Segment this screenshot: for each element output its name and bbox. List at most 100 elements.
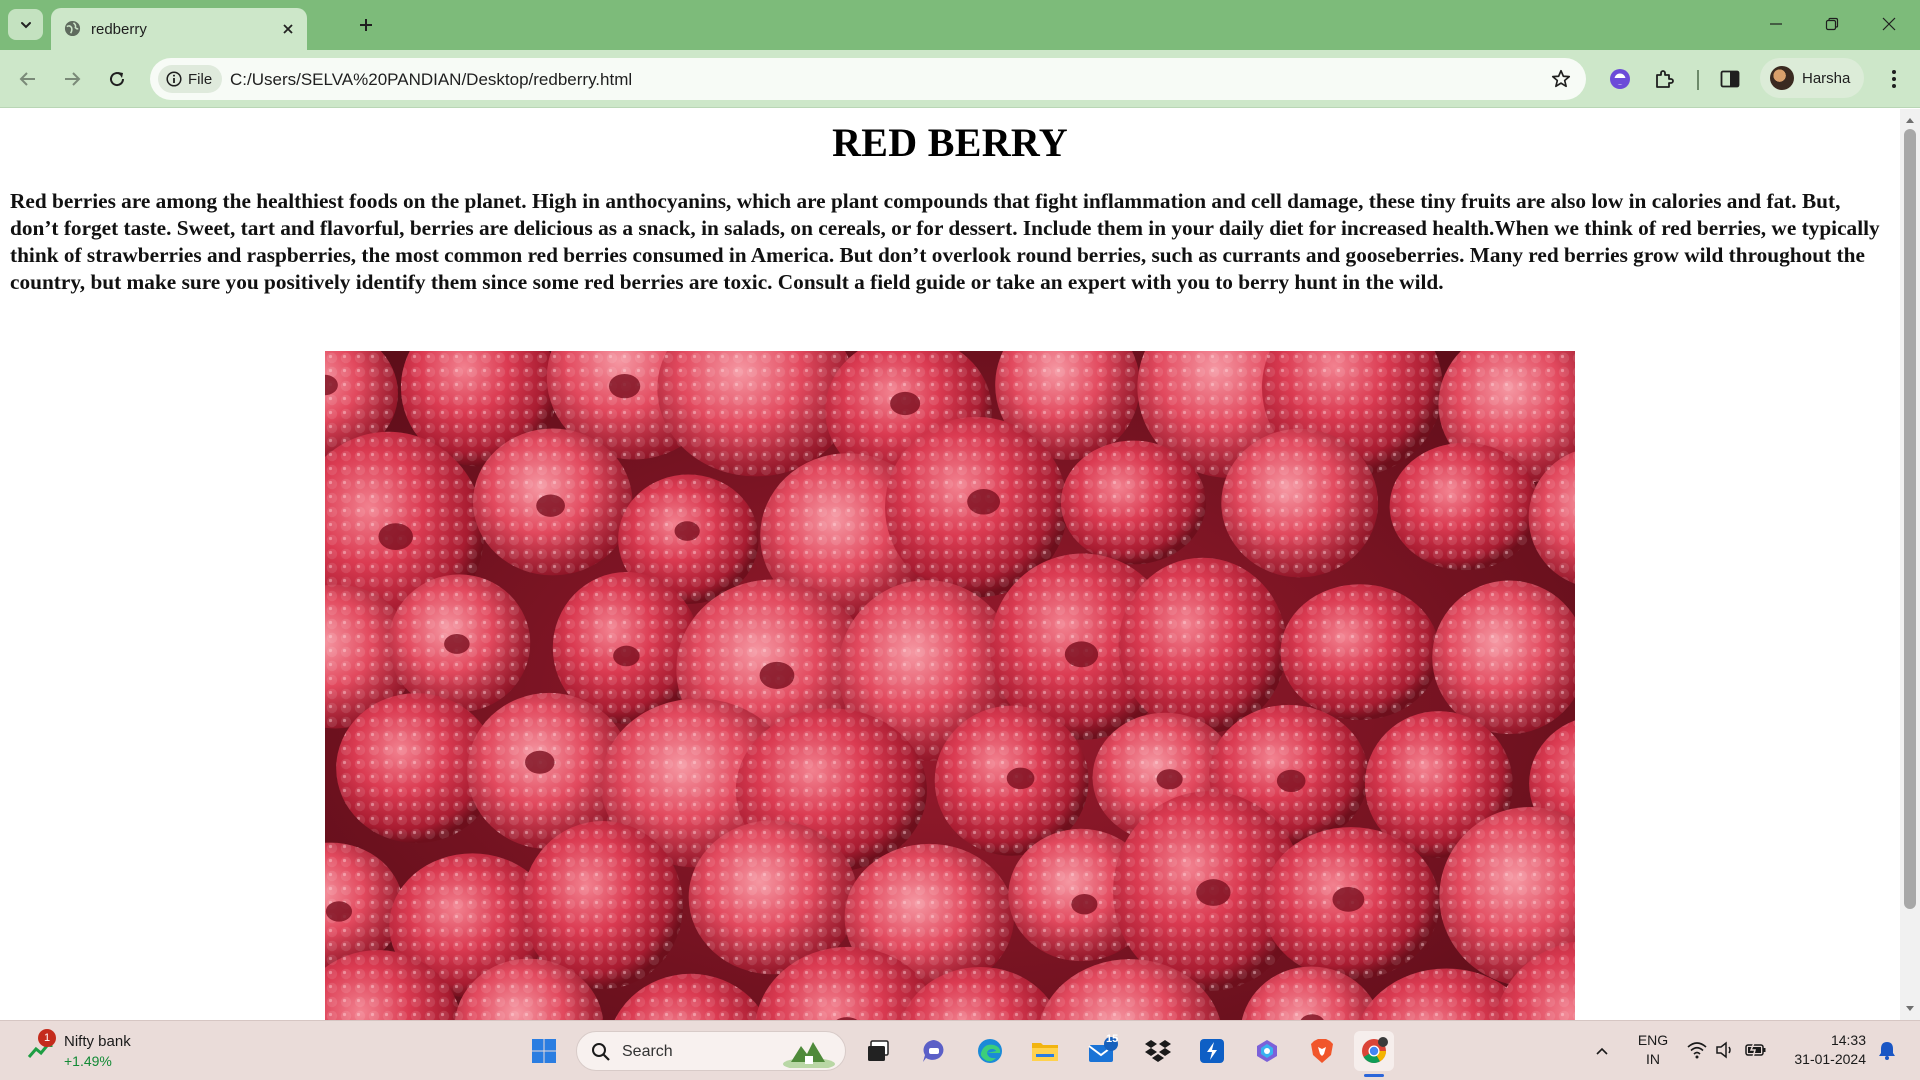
battery-icon <box>1745 1042 1766 1058</box>
chrome-icon <box>1362 1037 1388 1064</box>
battery-status[interactable] <box>1745 1039 1767 1061</box>
app-button[interactable] <box>1192 1031 1232 1071</box>
tab-search-button[interactable] <box>8 9 43 40</box>
extension-icon <box>1610 69 1630 89</box>
vertical-scrollbar[interactable] <box>1900 109 1920 1020</box>
forward-icon <box>65 72 81 86</box>
profile-button[interactable]: Harsha <box>1760 58 1864 98</box>
url-text[interactable]: C:/Users/SELVA%20PANDIAN/Desktop/redberr… <box>230 70 632 90</box>
toolbar-divider <box>1697 70 1699 90</box>
dropbox-button[interactable] <box>1138 1031 1178 1071</box>
scrollbar-thumb[interactable] <box>1904 129 1916 909</box>
close-icon <box>283 24 293 34</box>
new-tab-button[interactable] <box>350 9 382 41</box>
language-code: ENG <box>1637 1032 1669 1048</box>
tab-redberry[interactable]: redberry <box>51 8 307 50</box>
profile-name: Harsha <box>1802 69 1851 87</box>
browser-menu-button[interactable] <box>1880 64 1908 94</box>
search-icon <box>592 1043 610 1061</box>
language-indicator[interactable]: ENG IN <box>1636 1031 1670 1069</box>
brave-button[interactable] <box>1302 1031 1342 1071</box>
address-bar[interactable]: File C:/Users/SELVA%20PANDIAN/Desktop/re… <box>150 58 1586 100</box>
notification-bell-icon[interactable] <box>1876 1039 1898 1061</box>
site-info-chip[interactable]: File <box>158 65 223 93</box>
raspberries-image <box>325 351 1575 1020</box>
brave-icon <box>1311 1039 1333 1063</box>
show-hidden-icons-button[interactable] <box>1590 1039 1614 1063</box>
page-title: RED BERRY <box>832 120 1068 165</box>
start-button[interactable] <box>524 1031 564 1071</box>
file-explorer-button[interactable] <box>1025 1031 1065 1071</box>
side-panel-button[interactable] <box>1716 65 1744 93</box>
intro-paragraph: Red berries are among the healthiest foo… <box>10 189 1880 294</box>
windows-taskbar: 1 Nifty bank +1.49% Search 15 ENG IN 14:… <box>0 1020 1920 1080</box>
task-view-button[interactable] <box>858 1031 898 1071</box>
kebab-menu-icon <box>1892 70 1896 88</box>
tab-strip: redberry <box>0 0 1920 50</box>
back-icon <box>19 72 35 86</box>
taskbar-search[interactable]: Search <box>576 1031 846 1071</box>
extension-button[interactable] <box>1606 65 1634 93</box>
chevron-down-icon <box>20 21 31 28</box>
raspberry <box>1060 440 1206 565</box>
minimize-icon <box>1770 23 1782 25</box>
widget-badge: 1 <box>38 1029 56 1047</box>
app-icon <box>1200 1039 1224 1063</box>
star-icon[interactable] <box>1550 68 1572 90</box>
mail-button[interactable]: 15 <box>1082 1031 1122 1071</box>
page-viewport: RED BERRY Red berries are among the heal… <box>0 109 1900 1020</box>
restore-button[interactable] <box>1809 8 1855 40</box>
teams-chat-button[interactable] <box>914 1031 954 1071</box>
clock-time: 14:33 <box>1830 1032 1866 1048</box>
raspberry <box>388 574 531 712</box>
search-placeholder: Search <box>622 1043 673 1060</box>
edge-icon <box>978 1039 1002 1063</box>
clock[interactable]: 14:33 31-01-2024 <box>1782 1031 1866 1069</box>
raspberry <box>473 428 633 576</box>
copilot-button[interactable] <box>1247 1031 1287 1071</box>
mail-badge: 15 <box>1106 1033 1119 1045</box>
clock-date: 31-01-2024 <box>1794 1051 1866 1067</box>
raspberry <box>1280 584 1440 720</box>
browser-toolbar: File C:/Users/SELVA%20PANDIAN/Desktop/re… <box>0 50 1920 108</box>
restore-icon <box>1825 17 1839 31</box>
volume-status[interactable] <box>1714 1039 1736 1061</box>
wifi-icon <box>1687 1042 1707 1059</box>
site-chip-label: File <box>188 70 213 88</box>
chevron-up-icon <box>1596 1047 1608 1055</box>
plus-icon <box>360 19 372 31</box>
region-code: IN <box>1646 1051 1660 1067</box>
widget-value: +1.49% <box>64 1053 112 1069</box>
widget-title: Nifty bank <box>64 1033 131 1050</box>
raspberry <box>1221 428 1379 578</box>
market-widget[interactable]: 1 Nifty bank +1.49% <box>22 1029 162 1073</box>
tab-title: redberry <box>91 21 147 38</box>
search-highlight-icon <box>783 1042 835 1068</box>
edge-button[interactable] <box>970 1031 1010 1071</box>
raspberry <box>1118 557 1287 734</box>
chrome-button[interactable] <box>1354 1031 1394 1071</box>
back-button[interactable] <box>12 63 44 95</box>
dropbox-icon <box>1145 1040 1171 1062</box>
scroll-up-button[interactable] <box>1900 111 1920 129</box>
close-window-button[interactable] <box>1866 8 1912 40</box>
globe-icon <box>64 20 81 37</box>
volume-icon <box>1716 1041 1731 1059</box>
active-app-indicator <box>1364 1074 1384 1077</box>
avatar <box>1770 66 1794 90</box>
scroll-down-button[interactable] <box>1900 1000 1920 1018</box>
extensions-menu-button[interactable] <box>1650 65 1678 93</box>
puzzle-icon <box>1656 70 1674 88</box>
raspberries-photo-icon <box>325 351 1575 1020</box>
info-icon <box>166 71 182 87</box>
close-icon <box>1882 17 1896 31</box>
copilot-icon <box>1257 1040 1277 1062</box>
wifi-status[interactable] <box>1686 1039 1708 1061</box>
raspberry <box>1262 827 1440 980</box>
minimize-button[interactable] <box>1753 8 1799 40</box>
windows-start-icon <box>532 1039 556 1063</box>
teams-chat-icon <box>923 1040 944 1062</box>
tab-close-button[interactable] <box>277 18 299 40</box>
reload-button[interactable] <box>101 63 133 95</box>
forward-button[interactable] <box>56 63 88 95</box>
